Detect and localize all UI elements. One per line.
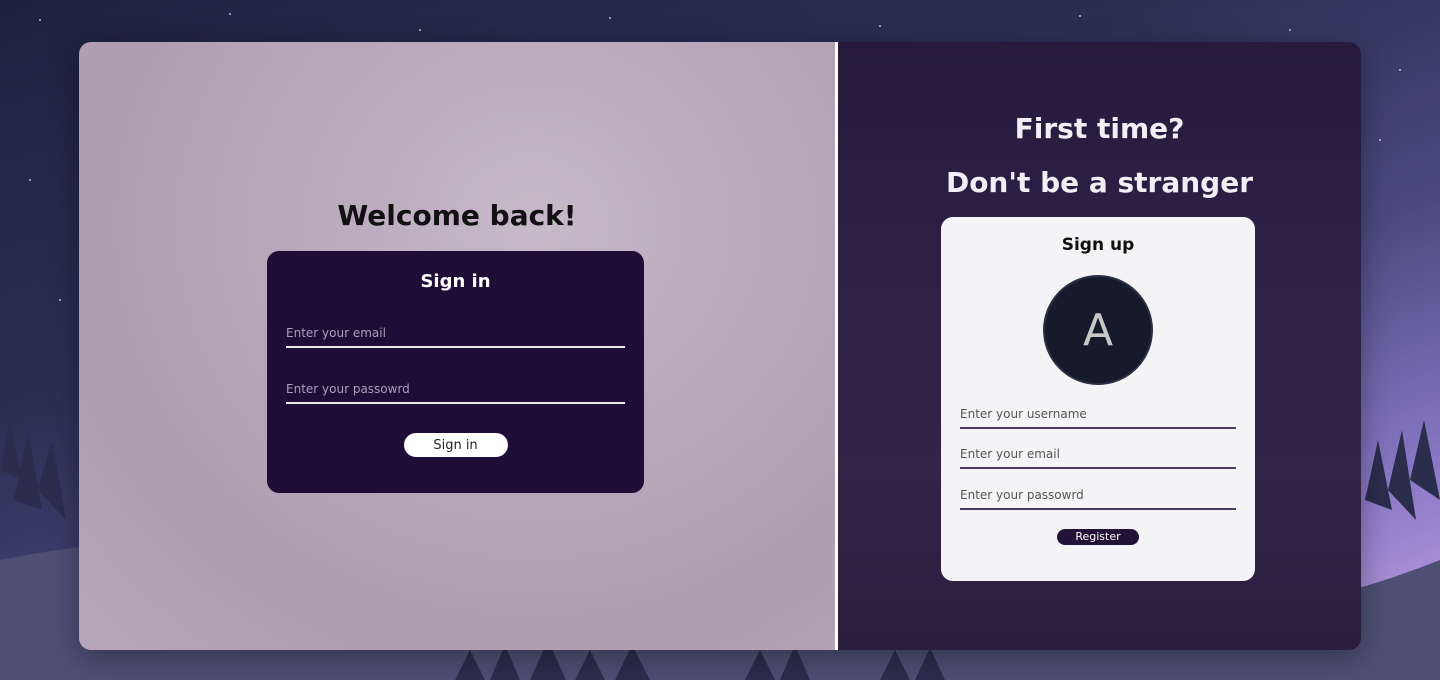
register-button[interactable]: Register	[1057, 529, 1139, 545]
signin-title: Sign in	[420, 271, 491, 292]
signup-username-input[interactable]	[960, 407, 1236, 429]
signin-button[interactable]: Sign in	[403, 433, 508, 457]
signin-card: Sign in Sign in	[267, 251, 644, 493]
signup-headline-line1: First time?	[1014, 112, 1185, 145]
auth-container: Welcome back! Sign in Sign in First time…	[79, 42, 1361, 650]
signup-password-input[interactable]	[960, 488, 1236, 510]
signup-panel: First time? Don't be a stranger Sign up …	[838, 42, 1361, 650]
signin-email-input[interactable]	[286, 326, 625, 348]
signin-password-input[interactable]	[286, 382, 625, 404]
signup-headline-line2: Don't be a stranger	[945, 166, 1254, 199]
avatar[interactable]: A	[1043, 275, 1153, 385]
signin-panel: Welcome back! Sign in Sign in	[79, 42, 835, 650]
signup-title: Sign up	[1061, 235, 1135, 255]
signup-email-input[interactable]	[960, 447, 1236, 469]
signup-card: Sign up A Register	[941, 217, 1255, 581]
welcome-heading: Welcome back!	[337, 199, 577, 232]
